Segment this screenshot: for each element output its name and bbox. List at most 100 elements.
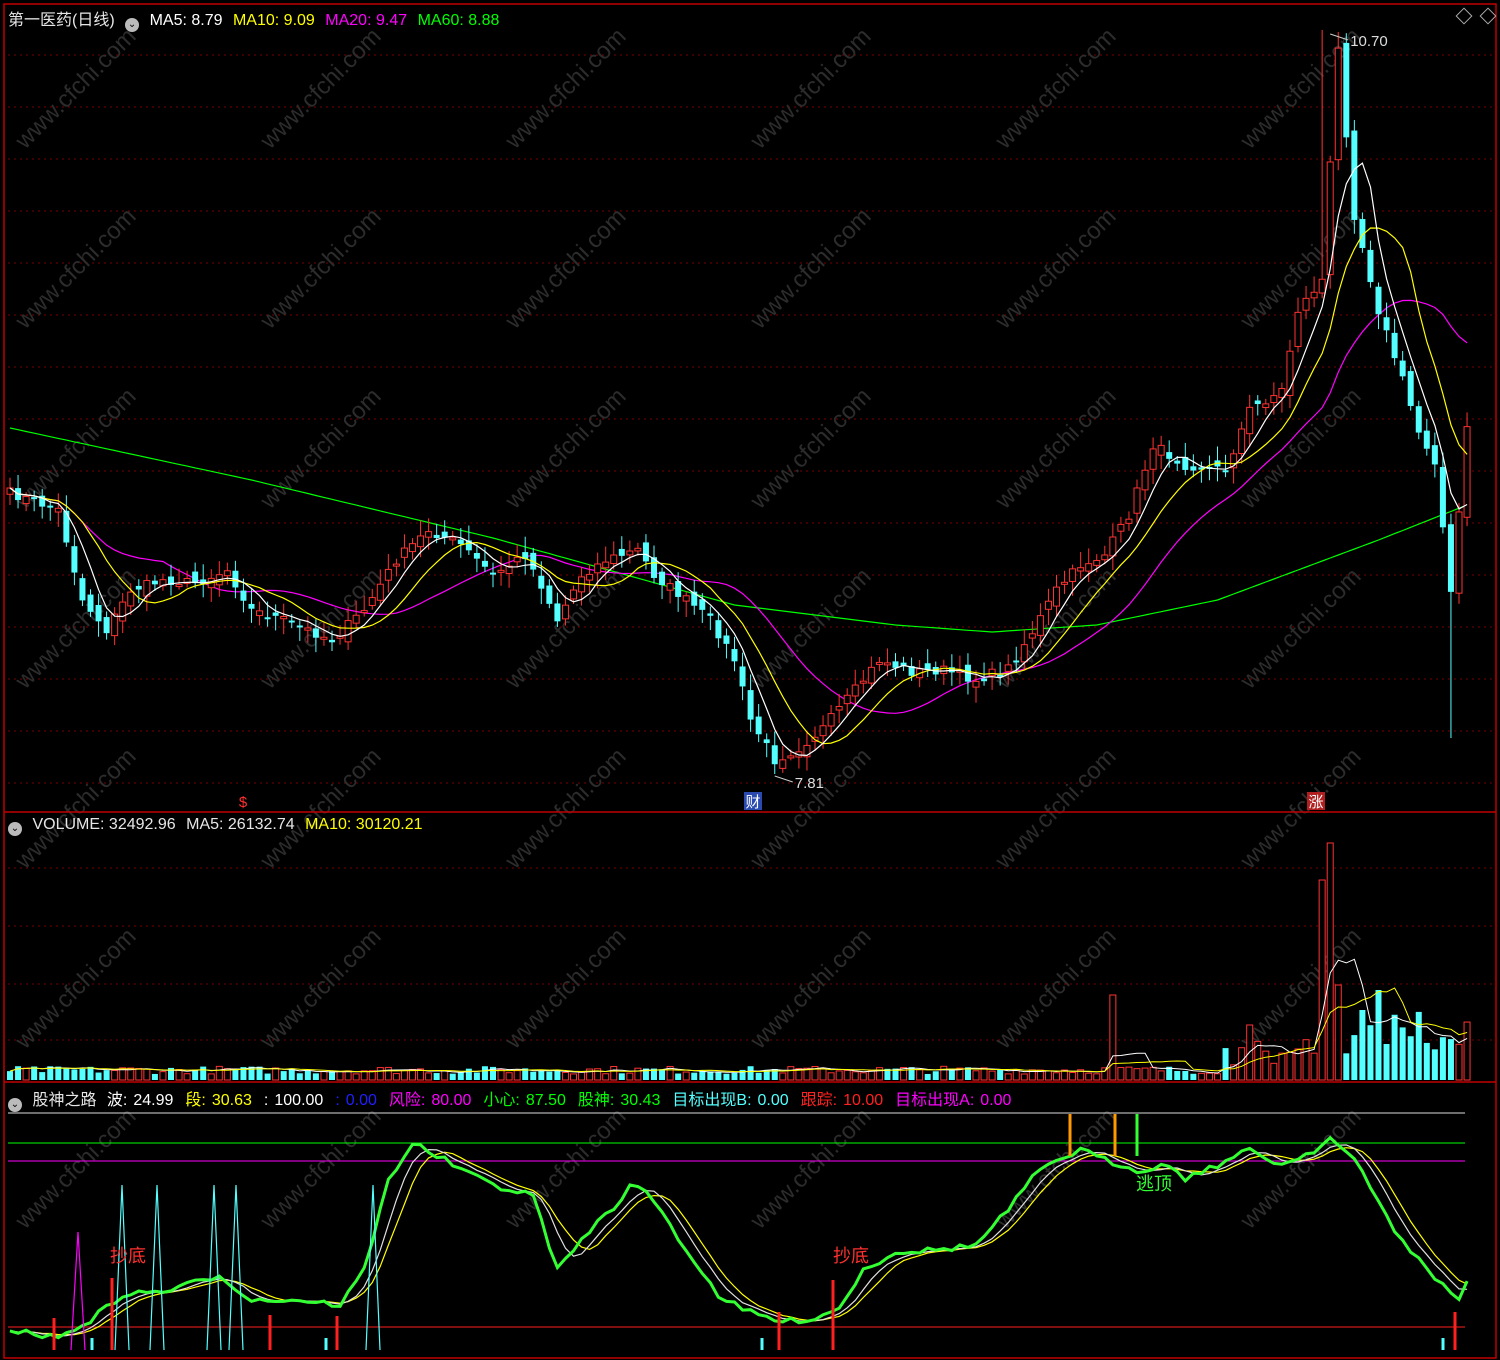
volume-bar[interactable] <box>932 1071 939 1080</box>
candle-body[interactable] <box>972 680 980 688</box>
volume-bar[interactable] <box>1302 1039 1310 1081</box>
candle-body[interactable] <box>1238 428 1246 454</box>
candle-body[interactable] <box>561 604 569 620</box>
volume-bar[interactable] <box>79 1068 86 1080</box>
volume-bar[interactable] <box>779 1072 787 1081</box>
candle-body[interactable] <box>360 610 368 614</box>
candle-body[interactable] <box>392 563 400 567</box>
volume-bar[interactable] <box>843 1069 851 1081</box>
volume-bar[interactable] <box>530 1071 537 1080</box>
volume-bar[interactable] <box>1310 1052 1318 1081</box>
candle-body[interactable] <box>1069 568 1077 582</box>
volume-bar[interactable] <box>111 1069 119 1081</box>
candle-body[interactable] <box>859 680 867 684</box>
candle-body[interactable] <box>1343 42 1350 138</box>
candle-body[interactable] <box>368 597 376 606</box>
candle-body[interactable] <box>425 531 433 538</box>
volume-bar[interactable] <box>1367 1025 1374 1080</box>
volume-bar[interactable] <box>924 1073 931 1080</box>
volume-bar[interactable] <box>1423 1042 1430 1080</box>
volume-bar[interactable] <box>1044 1070 1052 1081</box>
volume-bar[interactable] <box>972 1070 980 1081</box>
candle-body[interactable] <box>1020 644 1028 663</box>
candle-body[interactable] <box>95 604 102 622</box>
candle-body[interactable] <box>682 595 690 602</box>
candle-body[interactable] <box>1318 278 1326 294</box>
volume-bar[interactable] <box>1415 1011 1422 1080</box>
candle-body[interactable] <box>1141 469 1149 491</box>
volume-bar[interactable] <box>1318 879 1326 1081</box>
panel-menu-icon[interactable]: ⌄ <box>125 18 140 32</box>
candle-body[interactable] <box>851 684 859 697</box>
candle-body[interactable] <box>1375 286 1382 315</box>
candle-body[interactable] <box>707 613 714 616</box>
candle-body[interactable] <box>715 620 722 639</box>
volume-bar[interactable] <box>95 1072 102 1080</box>
volume-bar[interactable] <box>859 1072 867 1081</box>
candle-body[interactable] <box>31 497 38 500</box>
candle-body[interactable] <box>1125 518 1133 524</box>
candle-body[interactable] <box>304 627 312 631</box>
candle-body[interactable] <box>264 617 271 620</box>
candle-body[interactable] <box>835 705 843 711</box>
volume-bar[interactable] <box>1125 1066 1133 1081</box>
candle-body[interactable] <box>747 690 754 720</box>
candle-body[interactable] <box>111 613 119 637</box>
volume-bar[interactable] <box>699 1071 706 1080</box>
volume-bar[interactable] <box>1439 1037 1446 1080</box>
candle-body[interactable] <box>1463 426 1471 518</box>
volume-bar[interactable] <box>441 1070 449 1081</box>
volume-bar[interactable] <box>691 1072 698 1080</box>
panel-menu-icon[interactable]: ⌄ <box>8 822 22 836</box>
volume-bar[interactable] <box>384 1066 392 1081</box>
volume-bar[interactable] <box>1004 1073 1012 1081</box>
candle-body[interactable] <box>192 571 199 584</box>
volume-bar[interactable] <box>207 1073 215 1081</box>
volume-bar[interactable] <box>449 1073 456 1080</box>
candle-body[interactable] <box>1117 523 1125 532</box>
stock-title[interactable]: 第一医药(日线) <box>8 12 115 29</box>
candle-body[interactable] <box>1246 406 1254 435</box>
volume-bar[interactable] <box>997 1069 1004 1080</box>
candle-body[interactable] <box>71 546 78 573</box>
candle-body[interactable] <box>602 561 610 569</box>
candle-body[interactable] <box>352 614 360 624</box>
volume-bar[interactable] <box>675 1073 682 1080</box>
candle-body[interactable] <box>497 569 505 573</box>
candle-body[interactable] <box>473 553 480 559</box>
candle-body[interactable] <box>1294 311 1302 347</box>
volume-bar[interactable] <box>232 1069 239 1080</box>
volume-bar[interactable] <box>1262 1050 1270 1081</box>
volume-bar[interactable] <box>747 1066 754 1080</box>
candle-body[interactable] <box>1093 559 1101 566</box>
volume-bar[interactable] <box>1141 1067 1149 1081</box>
volume-bar[interactable] <box>1463 1021 1471 1081</box>
volume-bar[interactable] <box>1351 1035 1358 1080</box>
volume-bar[interactable] <box>538 1070 545 1080</box>
candle-body[interactable] <box>634 547 642 552</box>
volume-bar[interactable] <box>755 1072 762 1080</box>
volume-bar[interactable] <box>1157 1070 1165 1081</box>
volume-bar[interactable] <box>827 1072 835 1081</box>
volume-bar[interactable] <box>1190 1073 1197 1080</box>
volume-bar[interactable] <box>554 1070 561 1080</box>
volume-bar[interactable] <box>135 1067 143 1081</box>
volume-bar[interactable] <box>400 1069 408 1081</box>
volume-bar[interactable] <box>610 1065 618 1081</box>
candle-body[interactable] <box>1391 332 1398 359</box>
candle-body[interactable] <box>457 539 464 545</box>
chart-stage[interactable]: www.cfchi.com www.cfchi.com www.cfchi.com w… <box>0 0 1500 1360</box>
candle-body[interactable] <box>272 612 279 616</box>
candle-body[interactable] <box>1133 487 1141 514</box>
volume-bar[interactable] <box>1375 990 1382 1080</box>
candle-body[interactable] <box>666 583 674 591</box>
candle-body[interactable] <box>1109 536 1117 557</box>
candle-body[interactable] <box>449 537 457 541</box>
candle-body[interactable] <box>312 628 319 638</box>
candle-body[interactable] <box>1407 371 1414 406</box>
volume-bar[interactable] <box>570 1073 577 1081</box>
candle-body[interactable] <box>1149 448 1157 470</box>
candle-body[interactable] <box>787 755 795 759</box>
event-tag[interactable]: 财 <box>745 794 760 811</box>
volume-bar[interactable] <box>457 1071 464 1080</box>
